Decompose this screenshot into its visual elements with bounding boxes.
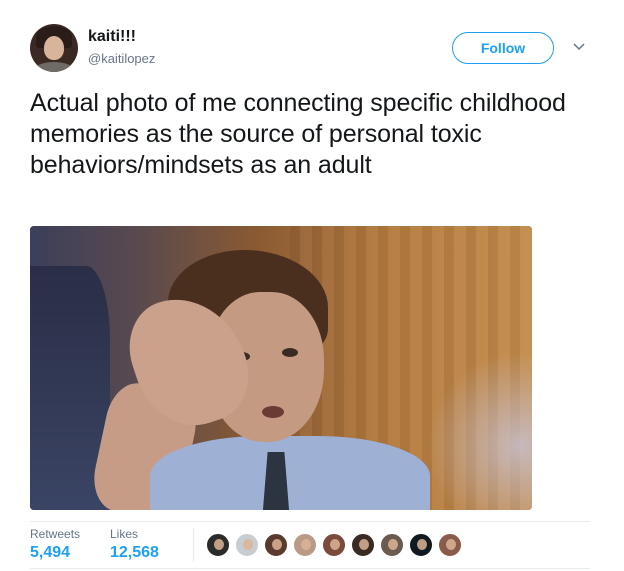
tweet-media-image[interactable]	[30, 226, 532, 510]
avatar-shoulder	[34, 62, 74, 72]
author-avatar[interactable]	[30, 24, 78, 72]
tweet-text: Actual photo of me connecting specific c…	[30, 89, 566, 179]
author-handle[interactable]: @kaitilopez	[88, 51, 155, 66]
liker-avatar[interactable]	[293, 533, 317, 557]
stats-divider-top	[30, 521, 590, 522]
stats-separator	[193, 528, 194, 562]
liker-avatar[interactable]	[438, 533, 462, 557]
liker-avatar[interactable]	[264, 533, 288, 557]
retweets-count[interactable]: 5,494	[30, 544, 70, 562]
stats-divider-bottom	[30, 568, 590, 569]
follow-button[interactable]: Follow	[452, 32, 554, 64]
retweets-label[interactable]: Retweets	[30, 527, 80, 541]
chevron-down-icon[interactable]	[572, 40, 586, 54]
liker-avatar[interactable]	[206, 533, 230, 557]
likes-count[interactable]: 12,568	[110, 544, 159, 562]
liker-avatar[interactable]	[380, 533, 404, 557]
liker-avatar[interactable]	[322, 533, 346, 557]
likes-label[interactable]: Likes	[110, 527, 138, 541]
liker-avatar[interactable]	[235, 533, 259, 557]
tweet-card: kaiti!!! @kaitilopez Follow Actual photo…	[0, 0, 624, 571]
liker-avatar[interactable]	[351, 533, 375, 557]
liker-avatars	[206, 533, 467, 557]
author-display-name[interactable]: kaiti!!!	[88, 28, 136, 46]
liker-avatar[interactable]	[409, 533, 433, 557]
avatar-face	[44, 36, 64, 60]
